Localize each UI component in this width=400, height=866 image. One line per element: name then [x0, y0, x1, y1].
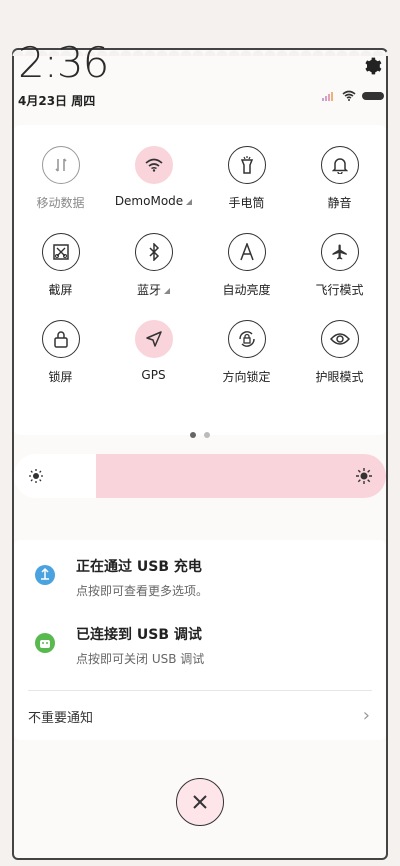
tile-screenshot[interactable]: 截屏 — [14, 233, 107, 298]
gear-icon[interactable] — [362, 56, 382, 76]
notification-usb-debugging[interactable]: 已连接到 USB 调试 点按即可关闭 USB 调试 — [34, 624, 204, 667]
clock: 2:36 — [18, 38, 109, 87]
usb-charging-icon — [35, 565, 55, 585]
mobile-data-icon — [41, 146, 80, 184]
tile-lock-screen[interactable]: 锁屏 — [14, 320, 107, 385]
close-button[interactable] — [176, 778, 224, 826]
tile-airplane[interactable]: 飞行模式 — [293, 233, 386, 298]
unimportant-notifications-link[interactable]: 不重要通知 — [28, 707, 93, 726]
brightness-high-icon — [356, 468, 372, 484]
auto-brightness-icon — [227, 233, 266, 271]
rotation-lock-icon — [227, 320, 266, 358]
tile-rotation-lock[interactable]: 方向锁定 — [200, 320, 293, 385]
tile-bluetooth[interactable]: 蓝牙 — [107, 233, 200, 298]
page-dot — [204, 432, 210, 438]
expand-icon[interactable] — [164, 288, 170, 294]
notification-usb-charging[interactable]: 正在通过 USB 充电 点按即可查看更多选项。 — [34, 556, 208, 599]
bell-icon — [320, 146, 359, 184]
wifi-status-icon — [342, 90, 356, 101]
tile-gps[interactable]: GPS — [107, 320, 200, 385]
airplane-icon — [320, 233, 359, 271]
eye-icon — [320, 320, 359, 358]
wifi-icon — [134, 146, 173, 184]
page-dot — [190, 432, 196, 438]
tile-eye-comfort[interactable]: 护眼模式 — [293, 320, 386, 385]
tile-auto-brightness[interactable]: 自动亮度 — [200, 233, 293, 298]
bluetooth-icon — [134, 233, 173, 271]
tile-wifi[interactable]: DemoMode — [107, 146, 200, 211]
signal-icon — [322, 91, 333, 101]
close-icon — [193, 795, 207, 809]
chevron-right-icon[interactable]: › — [363, 705, 370, 726]
page-indicator — [0, 432, 400, 438]
battery-icon — [362, 91, 384, 100]
expand-icon[interactable] — [186, 199, 193, 205]
status-icons — [322, 90, 384, 101]
quick-settings-grid: 移动数据 DemoMode 手电筒 静音 截屏 蓝牙 自动亮度 飞行模式 锁屏 … — [14, 146, 386, 385]
flashlight-icon — [227, 146, 266, 184]
location-icon — [134, 320, 173, 358]
tile-mute[interactable]: 静音 — [293, 146, 386, 211]
divider — [28, 690, 372, 691]
brightness-slider-fill — [96, 454, 386, 498]
android-debug-icon — [35, 633, 55, 653]
tile-mobile-data[interactable]: 移动数据 — [14, 146, 107, 211]
tile-flashlight[interactable]: 手电筒 — [200, 146, 293, 211]
date-label: 4月23日 周四 — [18, 94, 96, 108]
lock-icon — [41, 320, 80, 358]
screenshot-icon — [41, 233, 80, 271]
notification-panel: 正在通过 USB 充电 点按即可查看更多选项。 已连接到 USB 调试 点按即可… — [14, 540, 386, 740]
brightness-low-icon — [29, 469, 43, 483]
